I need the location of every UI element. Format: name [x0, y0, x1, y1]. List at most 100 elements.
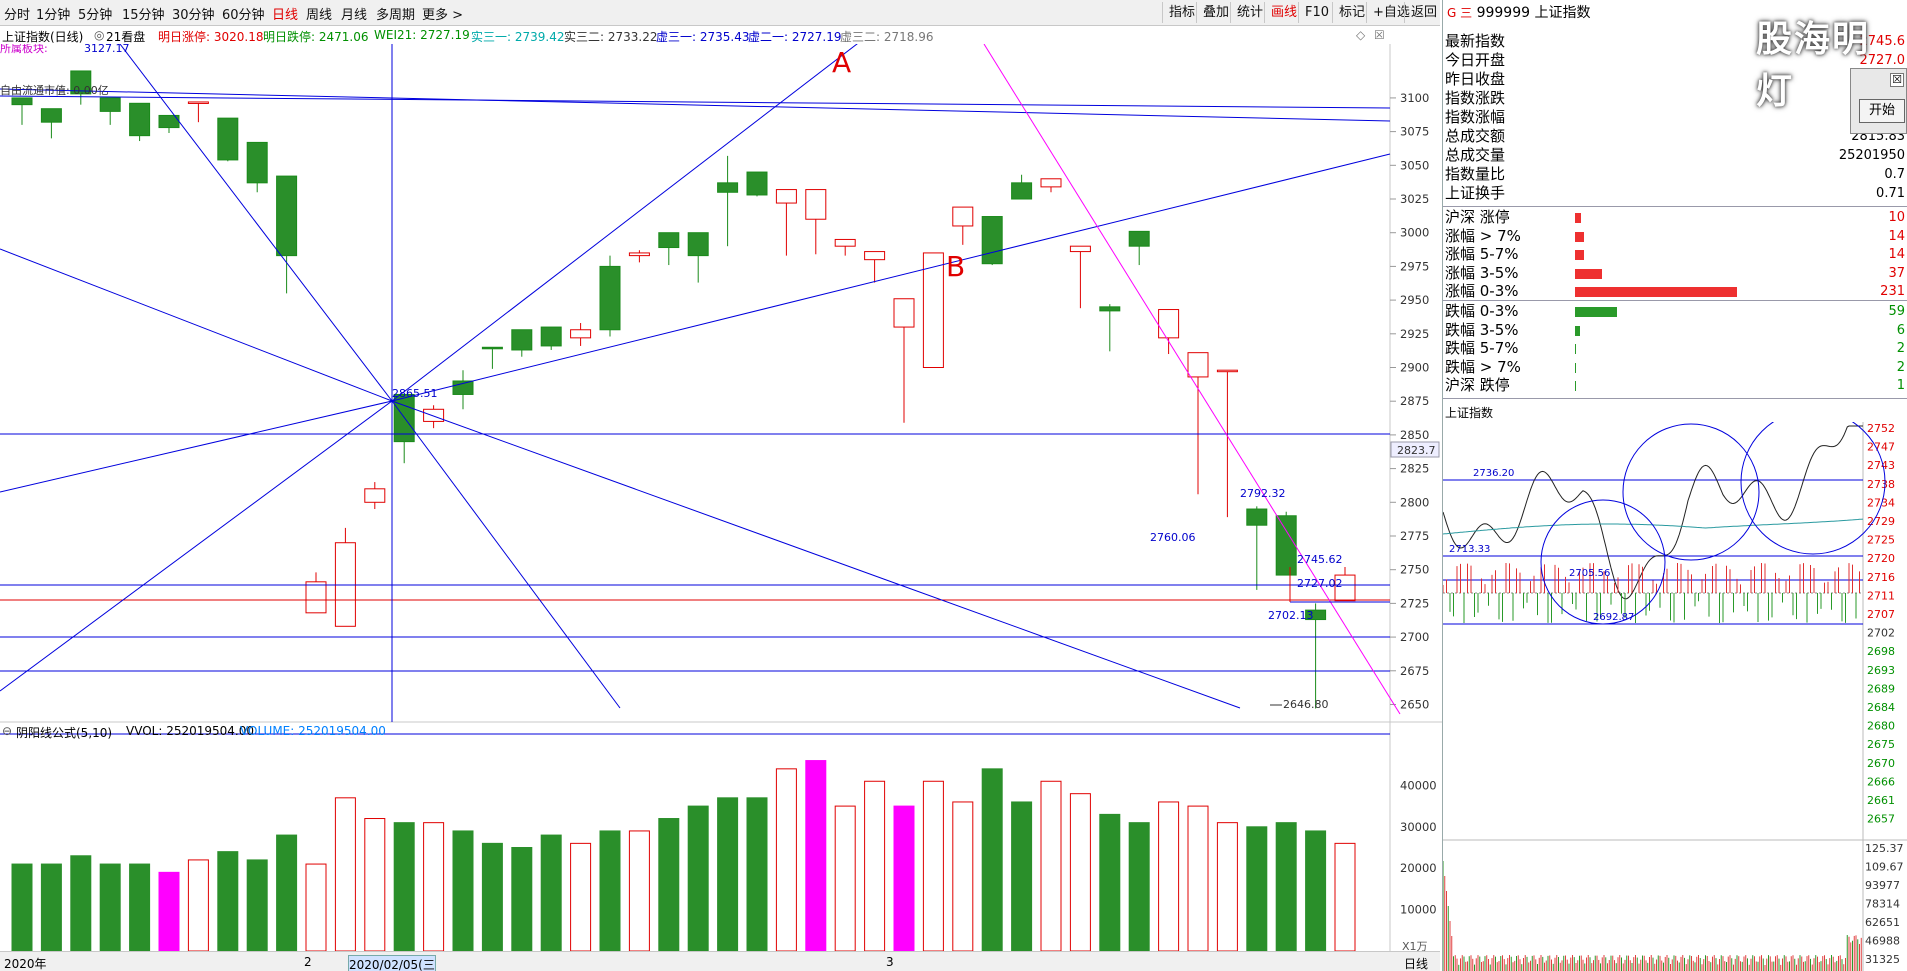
down-bar	[1575, 307, 1617, 317]
candle-body	[1128, 230, 1150, 247]
tab-weekly[interactable]: 周线	[306, 4, 332, 23]
stat-value: 0.7	[1884, 167, 1905, 182]
down-bar	[1575, 362, 1576, 373]
volume-unit: X1万	[1402, 940, 1428, 951]
tab-fenshi[interactable]: 分时	[4, 4, 30, 23]
stat-value: 0.71	[1876, 186, 1905, 201]
label-2646: 2646.80	[1283, 698, 1329, 711]
down-label: 跌幅 3-5%	[1445, 320, 1519, 339]
candle-body	[1040, 178, 1062, 188]
candle-body	[364, 488, 386, 503]
view-icon: ◎	[94, 28, 105, 42]
stat-label: 总成交额	[1445, 127, 1506, 145]
tab-5min[interactable]: 5分钟	[78, 4, 112, 23]
price-tick-label: 2975	[1400, 259, 1429, 273]
volume-bar	[1334, 842, 1356, 951]
volume-bar	[452, 830, 474, 951]
down-value: 59	[1888, 304, 1905, 319]
mini-avg-line	[1443, 518, 1864, 535]
volume-bar	[540, 834, 562, 951]
price-tick-label: 3000	[1400, 226, 1429, 240]
volume-bar	[187, 859, 209, 951]
volume-bar	[834, 805, 856, 951]
up-bar	[1575, 287, 1737, 297]
candle-body	[511, 329, 533, 351]
tab-daily[interactable]: 日线	[272, 4, 298, 23]
up-value: 14	[1888, 247, 1905, 262]
volume-bar	[981, 768, 1003, 951]
current-price-text: 2823.7	[1397, 444, 1436, 457]
up-row: 涨幅 0-3% 231	[1445, 282, 1905, 301]
tab-15min[interactable]: 15分钟	[122, 4, 165, 23]
stat-label: 最新指数	[1445, 32, 1506, 50]
up-label: 涨幅 3-5%	[1445, 263, 1519, 282]
tab-monthly[interactable]: 月线	[341, 4, 367, 23]
volume-bar	[1158, 801, 1180, 951]
mini-axis-label: 2716	[1867, 571, 1895, 584]
candle-body	[129, 102, 151, 137]
mini-axis-label: 2752	[1867, 422, 1895, 435]
candle-body	[893, 298, 915, 328]
up-label: 涨幅 0-3%	[1445, 282, 1519, 300]
candle-body	[687, 232, 709, 257]
volume-bar	[1305, 830, 1327, 951]
divider	[1443, 300, 1907, 301]
volume-bar	[1099, 813, 1121, 951]
high-label: 3127.17	[84, 44, 130, 55]
volume-bar	[276, 834, 298, 951]
drawn-lines[interactable]	[0, 44, 1391, 735]
down-bar	[1575, 325, 1580, 336]
popup-close-icon[interactable]: ☒	[1890, 73, 1904, 87]
period-indicator[interactable]: 日线	[1404, 955, 1428, 971]
candle-body	[834, 238, 856, 247]
mini-axis-label: 2684	[1867, 701, 1895, 714]
volume-bar	[481, 842, 503, 951]
volume-bar	[922, 780, 944, 951]
date-label-1: 2	[304, 955, 312, 969]
stat-label: 指数涨幅	[1445, 108, 1506, 126]
volume-bar	[1040, 780, 1062, 951]
stat-row: 上证换手 0.71	[1445, 184, 1905, 203]
label-2702: 2702.13	[1268, 609, 1314, 622]
down-label: 跌幅 5-7%	[1445, 339, 1519, 357]
volume-bar	[570, 842, 592, 951]
down-value: 6	[1896, 322, 1905, 338]
tab-30min[interactable]: 30分钟	[172, 4, 215, 23]
tab-60min[interactable]: 60分钟	[222, 4, 265, 23]
mini-axis-label: 2689	[1867, 682, 1895, 695]
close-panel-icon[interactable]: ☒	[1374, 28, 1385, 42]
vvol-label: VVOL: 252019504.00	[126, 724, 254, 738]
back-button[interactable]: 返回	[1404, 2, 1443, 23]
volume-bar	[217, 851, 239, 951]
volume-bar	[1216, 822, 1238, 951]
tab-multi[interactable]: 多周期	[376, 4, 415, 23]
index-name: 上证指数	[1534, 5, 1591, 21]
down-value: 1	[1896, 378, 1905, 393]
start-button[interactable]: 开始	[1859, 99, 1905, 123]
label-2745: 2745.62	[1297, 553, 1343, 566]
tab-more[interactable]: 更多 >	[422, 4, 463, 23]
price-tick-label: 2725	[1400, 596, 1429, 610]
fan-c	[0, 400, 393, 493]
stat-label: 总成交量	[1445, 146, 1506, 164]
date-cursor-label: 2020/02/05(三	[348, 955, 436, 971]
index-code: 999999	[1476, 5, 1531, 21]
fan-g	[391, 400, 621, 709]
up-row: 沪深 涨停 10	[1445, 208, 1905, 227]
trendline-2	[0, 88, 1391, 122]
candle-body	[775, 189, 797, 204]
price-tick-label: 2900	[1400, 360, 1429, 374]
mini-axis-label: 2729	[1867, 515, 1895, 528]
fan-a	[391, 44, 858, 402]
annotation-b: B	[946, 250, 965, 283]
f10-button[interactable]: F10	[1298, 2, 1335, 23]
magenta-trendline[interactable]	[983, 44, 1401, 715]
vol-formula-name: 阴阳线公式(5,10)	[16, 726, 113, 740]
tab-1min[interactable]: 1分钟	[36, 4, 70, 23]
candle-body	[746, 171, 768, 196]
candle-body	[305, 581, 327, 614]
fan-f	[391, 400, 1241, 709]
diamond-icon[interactable]: ◇	[1356, 28, 1365, 42]
candle-body	[246, 141, 268, 184]
collapse-icon[interactable]: ⊖	[2, 724, 12, 738]
